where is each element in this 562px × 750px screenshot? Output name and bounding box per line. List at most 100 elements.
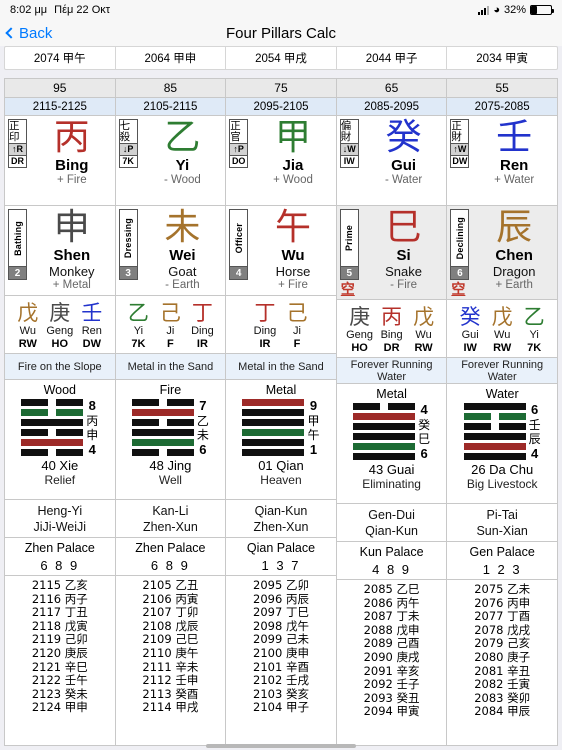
branch-glyph: 午	[274, 207, 311, 248]
stem-pinyin: Ren	[500, 157, 529, 174]
pillar-age: 95	[5, 79, 115, 98]
hidden-stem-abbr: IR	[259, 337, 271, 350]
ten-god-chinese: 正官	[230, 120, 241, 143]
nayin-label: Metal in the Sand	[115, 354, 226, 380]
decade-year-cell[interactable]: 2054 甲戌	[225, 46, 337, 70]
palace-numbers: 1 3 7	[261, 557, 301, 573]
hidden-stem-abbr: IW	[463, 341, 477, 354]
hexagram-mid-char-1: 甲	[307, 413, 320, 428]
ten-god-box: 正印 ↑R DR	[8, 119, 27, 168]
ten-god-abbr: IW	[340, 156, 358, 167]
ten-god-arrow: ↑P	[230, 144, 248, 155]
spacer	[0, 70, 562, 78]
hidden-stem-pinyin: Gui	[461, 328, 479, 341]
year-list-item: 2082 壬寅	[474, 677, 531, 692]
year-list-item: 2097 丁巳	[253, 605, 309, 620]
branch-main: 申 Shen Monkey + Metal	[29, 206, 115, 295]
pillar-branch-row: Prime 5 空巳 Si Snake - Fire	[336, 206, 447, 300]
hexagram-side-labels: 4癸巳6	[418, 403, 430, 460]
trigram-pair-line-1: Kan-Li	[152, 503, 189, 518]
stem-glyph: 丙	[53, 117, 90, 158]
ten-god-box: 七殺 ↓P 7K	[118, 119, 138, 168]
ten-god-box: 正官 ↑P DO	[229, 119, 249, 168]
hidden-stem: 己 Ji F	[281, 301, 313, 351]
hexagram-bottom-number: 4	[531, 446, 539, 461]
branch-glyph: 巳	[385, 207, 422, 248]
palace-name: Zhen Palace	[24, 540, 95, 555]
pillar-year-span: 2095-2105	[226, 98, 336, 116]
year-list-item: 2115 乙亥	[31, 578, 88, 592]
year-list-item: 2120 庚辰	[31, 645, 88, 660]
year-list-item: 2099 己未	[253, 632, 309, 647]
palace-name: Gen Palace	[469, 544, 535, 559]
year-list-item: 2116 丙子	[31, 591, 88, 606]
trigram-pair-line-2: Zhen-Xun	[142, 519, 198, 534]
hidden-stem-abbr: F	[167, 337, 174, 350]
hexagram-block: Metal 9 甲午 1 01 Qian Heaven	[226, 380, 336, 500]
hidden-stem: 庚 Geng HO	[344, 305, 376, 355]
back-button[interactable]: Back	[0, 25, 52, 42]
hexagram-line-3	[463, 433, 526, 440]
hexagram-side-labels: 9甲午1	[307, 399, 319, 456]
year-list-item: 2079 己亥	[474, 636, 531, 651]
hexagram-meaning: Eliminating	[362, 477, 421, 491]
decade-year-strip: 2074 甲午 2064 甲申 2054 甲戌 2044 甲子 2034 甲寅	[0, 46, 562, 70]
hidden-stem: 丁 Ding IR	[186, 301, 218, 351]
hexagram-side-labels: 7乙未6	[197, 399, 209, 456]
year-list-item: 2103 癸亥	[253, 686, 309, 701]
navigation-bar: Back Four Pillars Calc	[0, 20, 562, 46]
hexagram-block: Water 6 壬辰 4 26 Da Chu Big Livestock	[447, 384, 557, 504]
status-time: 8:02 μμ	[10, 4, 48, 16]
hexagram-mid-char-1: 壬	[528, 417, 541, 432]
hidden-stem-pinyin: Bing	[380, 328, 403, 341]
app-screen: 8:02 μμ Πέμ 22 Οκτ ◕ 32% Back Four Pilla…	[0, 0, 562, 750]
decade-year-cell[interactable]: 2044 甲子	[335, 46, 448, 70]
chevron-left-icon	[5, 27, 17, 39]
life-stage-box: Declining	[450, 209, 470, 267]
decade-year-cell[interactable]: 2064 甲申	[114, 46, 227, 70]
hexagram-line-6	[131, 399, 194, 406]
hexagram-bottom-number: 6	[420, 446, 428, 461]
hexagram-mid-char-2: 巳	[418, 431, 431, 446]
hexagram-mid-chars: 癸巳	[418, 418, 430, 446]
pillar-stem-row: 正印 ↑R DR 丙 Bing + Fire	[5, 116, 115, 206]
branch-stage-sidebox: Prime 5 空	[337, 206, 361, 299]
hexagram-top-number: 4	[420, 402, 428, 417]
branch-pinyin: Wu	[281, 247, 305, 264]
hidden-stem: 戊 Wu RW	[12, 301, 44, 351]
year-list: 2105 乙丑 2106 丙寅 2107 丁卯 2108 戊辰 2109 己巳 2110 …	[116, 576, 226, 745]
decade-year-cell[interactable]: 2034 甲寅	[446, 46, 558, 70]
palace-numbers: 6 8 9	[150, 557, 190, 573]
trigram-pair-line-1: Heng-Yi	[37, 503, 83, 518]
hexagram-top-number: 7	[199, 398, 207, 413]
hexagram-line-4	[131, 419, 194, 426]
hexagram-line-5	[463, 413, 526, 420]
hexagram-body: 4癸巳6	[353, 403, 430, 460]
hexagram-lines	[463, 403, 526, 460]
year-list-item: 2096 丙辰	[253, 591, 309, 606]
ten-god-abbr: DW	[451, 156, 469, 167]
pillar-stem-row: 七殺 ↓P 7K 乙 Yi - Wood	[115, 116, 226, 206]
hidden-stem-abbr: 7K	[527, 341, 542, 354]
hexagram-mid-char-1: 丙	[86, 413, 99, 428]
hexagram-body: 9甲午1	[242, 399, 319, 456]
trigram-pair-line-2: Zhen-Xun	[253, 519, 309, 534]
year-list-item: 2114 甲戌	[142, 700, 199, 715]
ten-god-arrow: ↓P	[119, 144, 137, 155]
hexagram-name: 01 Qian	[258, 458, 304, 473]
hidden-stem-glyph: 己	[286, 300, 308, 325]
decade-year-cell[interactable]: 2074 甲午	[4, 46, 116, 70]
stem-element: + Fire	[56, 174, 87, 186]
year-list-item: 2085 乙巳	[363, 582, 420, 596]
hidden-stem-glyph: 庚	[349, 304, 371, 329]
hidden-stem-pinyin: Ding	[253, 324, 277, 337]
palace-name: Kun Palace	[359, 544, 424, 559]
trigram-pair: Qian-Kun Zhen-Xun	[226, 500, 336, 538]
year-list-item: 2112 壬申	[142, 673, 199, 688]
hexagram-lines	[21, 399, 84, 456]
stem-element: + Wood	[273, 174, 313, 186]
hexagram-lines	[353, 403, 416, 460]
hexagram-line-5	[21, 409, 84, 416]
hidden-stem-pinyin: Wu	[415, 328, 432, 341]
stem-element: + Water	[494, 174, 535, 186]
